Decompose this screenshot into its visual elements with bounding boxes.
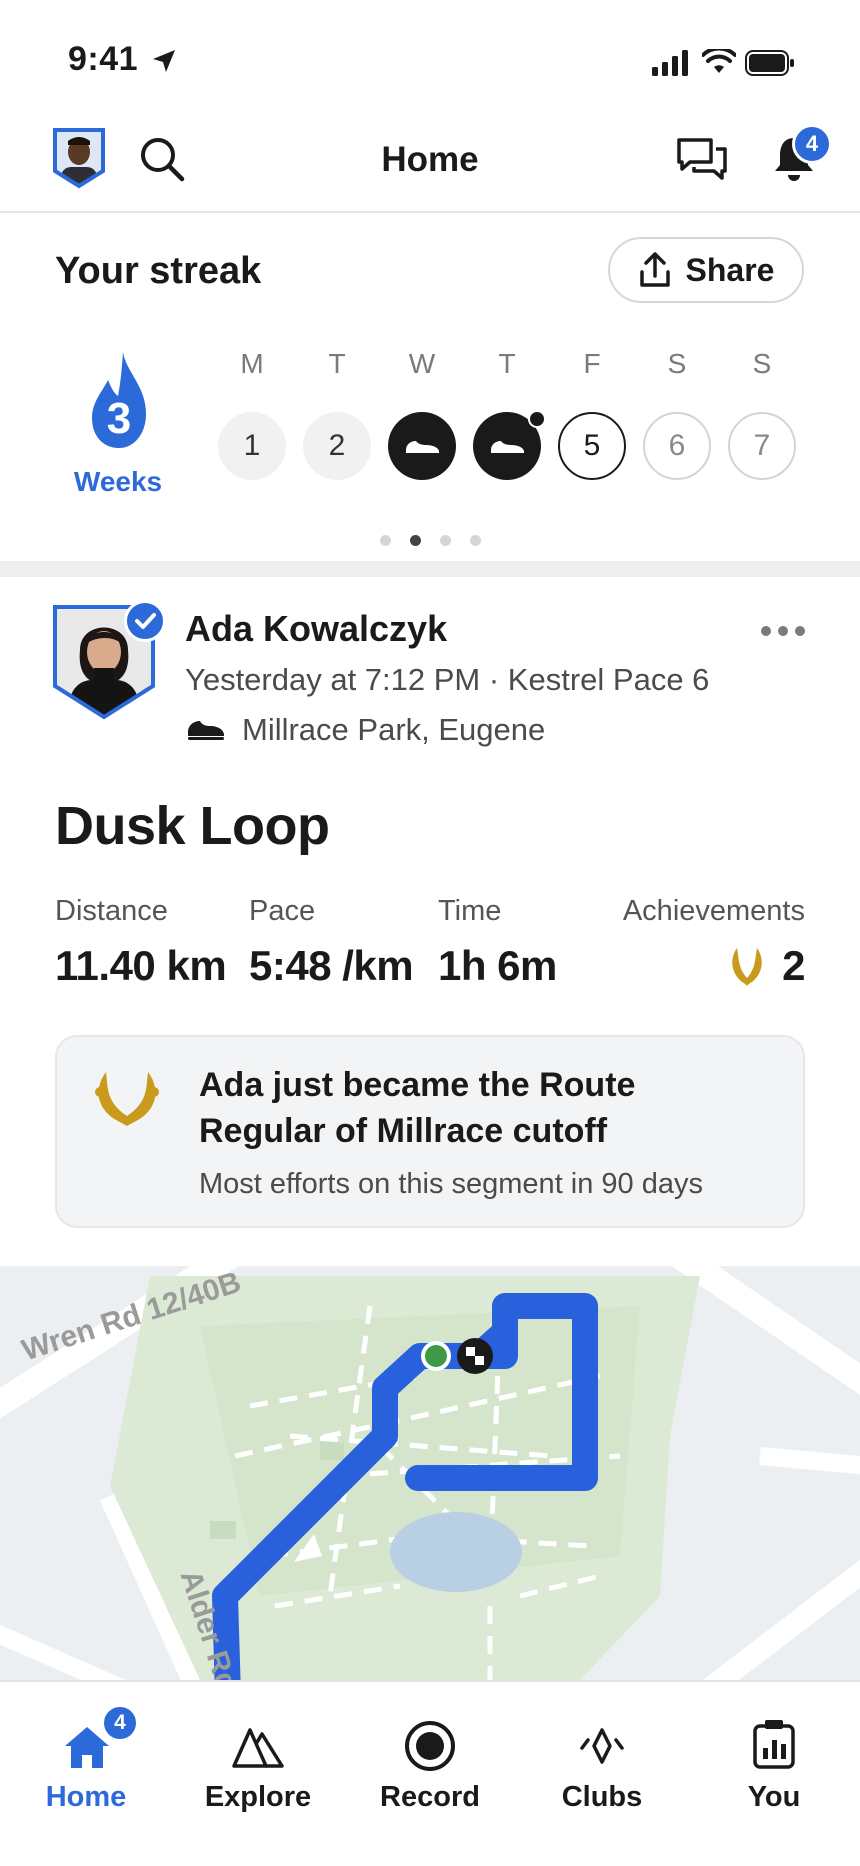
laurel-icon [732, 948, 762, 986]
tab-home[interactable]: 4 Home [0, 1682, 172, 1866]
pager-dot[interactable] [470, 535, 481, 546]
achievements-value: 2 [782, 942, 805, 989]
day-letter: T [328, 348, 346, 379]
activity-title[interactable]: Dusk Loop [55, 795, 330, 857]
pace-label: Pace [249, 895, 316, 927]
day-circle[interactable]: 2 [303, 412, 371, 480]
day-letter: S [752, 348, 772, 379]
streak-title: Your streak [55, 250, 262, 292]
tab-badge: 4 [101, 1704, 139, 1742]
activity-meta: Yesterday at 7:12 PM · Kestrel Pace 6 [185, 662, 710, 697]
clubs-icon [580, 1728, 624, 1764]
share-label: Share [685, 251, 775, 288]
athlete-name[interactable]: Ada Kowalczyk [185, 608, 447, 650]
distance-label: Distance [55, 895, 168, 927]
battery-icon [745, 50, 794, 76]
day-circle-today[interactable]: 5 [558, 412, 626, 480]
record-icon [405, 1721, 455, 1771]
messages-icon[interactable] [676, 137, 728, 181]
header-divider [0, 211, 860, 213]
achievements-label: Achievements [622, 895, 805, 927]
streak-unit: Weeks [73, 466, 163, 497]
day-letter: S [667, 348, 687, 379]
day-circle[interactable]: 1 [218, 412, 286, 480]
explore-mountains-icon [232, 1728, 284, 1768]
route-map[interactable]: Wren Rd 12/40B Alder Rd [0, 1266, 860, 1680]
share-button[interactable]: Share [608, 237, 804, 303]
tab-label: Record [380, 1781, 480, 1813]
shoe-icon [188, 721, 224, 740]
day-circle-completed[interactable] [388, 412, 456, 480]
pace-value: 5:48 /km [249, 942, 414, 989]
distance-value: 11.40 km [55, 942, 227, 989]
tab-label: Home [45, 1781, 127, 1813]
day-circle[interactable]: 7 [728, 412, 796, 480]
day-letter: M [240, 348, 264, 379]
shoe-icon [491, 441, 524, 453]
verified-badge [124, 600, 166, 642]
activity-location: Millrace Park, Eugene [242, 712, 546, 747]
tab-you[interactable]: You [688, 1682, 860, 1866]
you-stats-icon [753, 1720, 795, 1769]
status-time: 9:41 [68, 40, 139, 78]
tab-clubs[interactable]: Clubs [516, 1682, 688, 1866]
time-label: Time [438, 895, 502, 927]
pager-dot-active[interactable] [410, 535, 421, 546]
page-title: Home [381, 140, 479, 179]
time-value: 1h 6m [438, 942, 557, 989]
tab-explore[interactable]: Explore [172, 1682, 344, 1866]
notification-badge: 4 [792, 124, 832, 164]
day-circle[interactable]: 6 [643, 412, 711, 480]
laurel-icon [95, 1072, 159, 1126]
achievement-subtext: Most efforts on this segment in 90 days [199, 1168, 704, 1200]
day-letter: W [408, 348, 436, 379]
achievement-headline: Ada just became the Route Regular of Mil… [199, 1066, 636, 1150]
tab-label: Clubs [561, 1781, 643, 1813]
more-options-icon[interactable] [758, 621, 808, 641]
shoe-icon [406, 441, 439, 453]
tab-record[interactable]: Record [344, 1682, 516, 1866]
streak-flame: 3 [88, 350, 150, 450]
cellular-signal-icon [652, 50, 688, 76]
location-arrow-icon [153, 50, 175, 72]
wifi-icon [702, 49, 736, 73]
pager-dot[interactable] [440, 535, 451, 546]
day-letter: T [498, 348, 516, 379]
day-letter: F [583, 348, 601, 379]
section-divider [0, 561, 860, 577]
tab-label: You [747, 1781, 801, 1813]
checkmark-icon [135, 613, 156, 629]
share-icon [639, 252, 670, 287]
tab-label: Explore [204, 1781, 312, 1813]
bottom-tab-bar: 4 Home Explore Record Clubs You [0, 1680, 860, 1866]
activity-dot [528, 410, 546, 428]
streak-count: 3 [106, 394, 132, 443]
pager-dot[interactable] [380, 535, 391, 546]
